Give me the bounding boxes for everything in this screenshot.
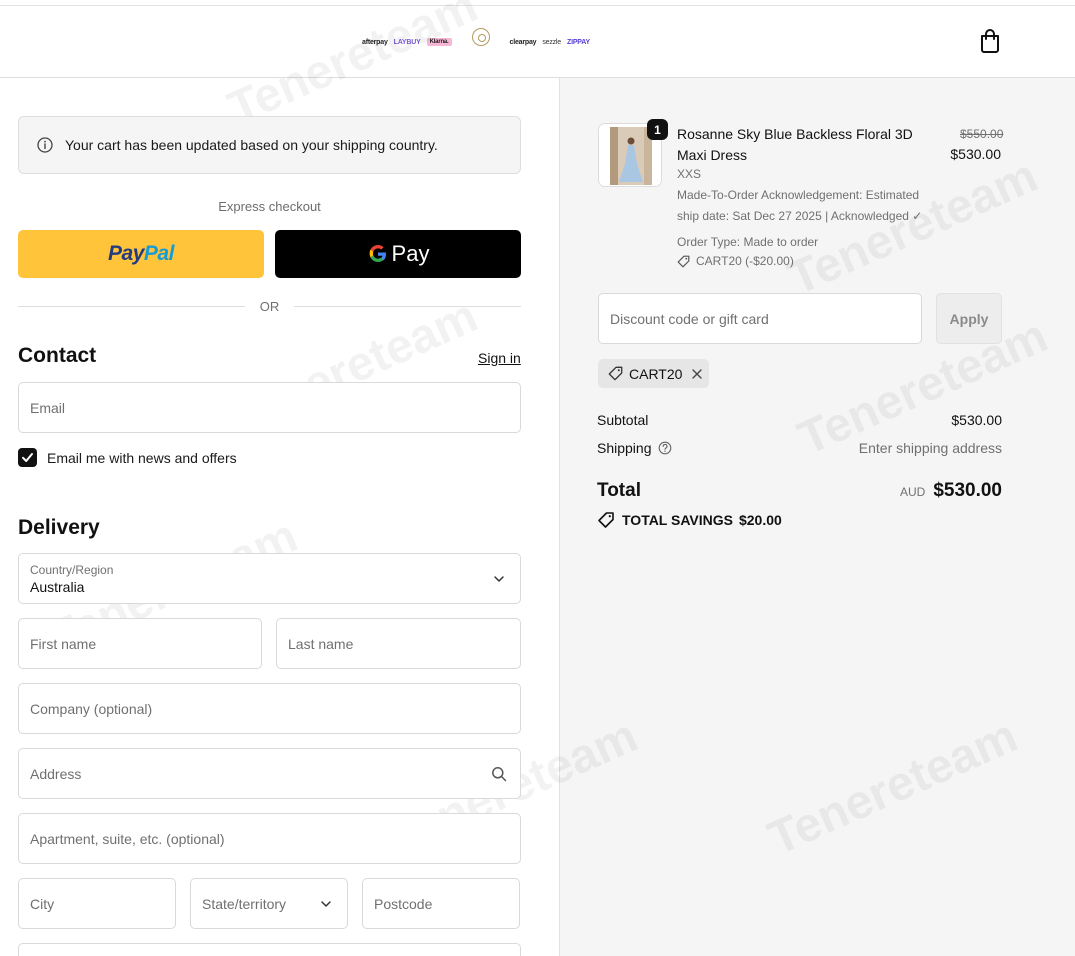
subtotal-value: $530.00 bbox=[951, 412, 1002, 428]
item-discount: CART20 (-$20.00) bbox=[677, 251, 794, 272]
newsletter-option[interactable]: Email me with news and offers bbox=[18, 448, 237, 467]
acknowledgement-line-1: Made-To-Order Acknowledgement: Estimated bbox=[677, 188, 920, 202]
discount-code-input[interactable]: Discount code or gift card bbox=[598, 293, 922, 344]
sezzle-logo: sezzle bbox=[542, 38, 561, 46]
first-name-field[interactable]: First name bbox=[18, 618, 262, 669]
company-field[interactable]: Company (optional) bbox=[18, 683, 521, 734]
tag-icon bbox=[677, 255, 690, 268]
laybuy-logo: LAYBUY bbox=[393, 38, 421, 46]
address-placeholder: Address bbox=[30, 765, 82, 782]
paypal-logo-pal: Pal bbox=[143, 242, 175, 265]
delivery-title: Delivery bbox=[18, 516, 100, 539]
last-name-field[interactable]: Last name bbox=[276, 618, 521, 669]
apply-discount-button[interactable]: Apply bbox=[936, 293, 1002, 344]
item-price: $530.00 bbox=[950, 146, 1001, 162]
total-value: $530.00 bbox=[933, 480, 1002, 501]
notice-text: Your cart has been updated based on your… bbox=[65, 137, 438, 153]
city-field[interactable]: City bbox=[18, 878, 176, 929]
order-type: Order Type: Made to order bbox=[677, 235, 819, 249]
shipping-value: Enter shipping address bbox=[858, 440, 1002, 456]
discount-placeholder: Discount code or gift card bbox=[610, 310, 769, 327]
acknowledgement-line-2: ship date: Sat Dec 27 2025 | Acknowledge… bbox=[677, 209, 923, 223]
total-label: Total bbox=[597, 480, 641, 501]
first-name-placeholder: First name bbox=[30, 635, 97, 652]
subtotal-label: Subtotal bbox=[597, 412, 649, 428]
applied-code-tag: CART20 bbox=[598, 359, 709, 388]
zippay-logo: ZIPPAY bbox=[567, 38, 590, 46]
gpay-label: Pay bbox=[391, 241, 430, 266]
google-g-icon bbox=[369, 245, 386, 262]
afterpay-logo: afterpay bbox=[362, 38, 388, 46]
savings-value: $20.00 bbox=[738, 512, 782, 528]
state-select[interactable]: State/territory bbox=[190, 878, 348, 929]
info-icon bbox=[37, 137, 53, 153]
product-name: Rosanne Sky Blue Backless Floral 3D Maxi… bbox=[677, 126, 913, 163]
total-currency: AUD bbox=[899, 485, 926, 499]
product-size: XXS bbox=[677, 167, 702, 181]
shipping-label: Shipping bbox=[597, 440, 652, 456]
checkout-header: afterpay LAYBUY Klarna. clearpay sezzle … bbox=[0, 6, 1075, 78]
subtotal-row: Subtotal $530.00 bbox=[597, 412, 1002, 428]
brand-logo[interactable] bbox=[470, 28, 492, 56]
company-placeholder: Company (optional) bbox=[30, 700, 153, 717]
chevron-down-icon bbox=[321, 900, 331, 907]
tag-icon bbox=[608, 366, 623, 381]
chevron-down-icon bbox=[494, 576, 504, 582]
address-field[interactable]: Address bbox=[18, 748, 521, 799]
or-label: OR bbox=[259, 298, 280, 314]
city-placeholder: City bbox=[30, 895, 55, 912]
sign-in-link[interactable]: Sign in bbox=[478, 350, 521, 366]
cart-updated-notice: Your cart has been updated based on your… bbox=[18, 116, 521, 174]
contact-title: Contact bbox=[18, 344, 97, 367]
quantity-badge: 1 bbox=[647, 119, 668, 140]
last-name-placeholder: Last name bbox=[288, 635, 354, 652]
divider-line bbox=[294, 305, 521, 307]
country-label: Country/Region bbox=[30, 563, 114, 577]
checkmark-icon bbox=[22, 453, 33, 462]
search-icon[interactable] bbox=[491, 766, 507, 782]
clearpay-logo: clearpay bbox=[509, 38, 537, 46]
apartment-placeholder: Apartment, suite, etc. (optional) bbox=[30, 830, 225, 847]
applied-code-label: CART20 bbox=[629, 365, 683, 382]
total-amount-group: AUD $530.00 bbox=[900, 480, 1002, 502]
total-row: Total AUD $530.00 bbox=[597, 480, 1002, 502]
original-price: $550.00 bbox=[960, 127, 1004, 141]
country-value: Australia bbox=[30, 579, 85, 595]
email-placeholder: Email bbox=[30, 399, 66, 416]
google-pay-button[interactable]: Pay bbox=[275, 230, 521, 278]
total-savings: TOTAL SAVINGS $20.00 bbox=[597, 511, 782, 529]
paypal-button[interactable]: Pay Pal bbox=[18, 230, 264, 278]
shipping-label-group: Shipping bbox=[597, 440, 672, 456]
tag-icon bbox=[598, 512, 614, 528]
or-divider: OR bbox=[18, 298, 521, 314]
newsletter-checkbox[interactable] bbox=[18, 448, 37, 467]
state-placeholder: State/territory bbox=[202, 895, 287, 912]
shopping-bag-icon[interactable] bbox=[978, 28, 1002, 54]
phone-field[interactable] bbox=[18, 943, 521, 956]
paypal-logo-pay: Pay bbox=[108, 242, 144, 265]
newsletter-label: Email me with news and offers bbox=[47, 449, 237, 466]
postcode-placeholder: Postcode bbox=[374, 895, 433, 912]
country-select[interactable]: Country/Region Australia bbox=[18, 553, 521, 604]
divider-line bbox=[18, 305, 245, 307]
apartment-field[interactable]: Apartment, suite, etc. (optional) bbox=[18, 813, 521, 864]
close-icon[interactable] bbox=[691, 368, 703, 380]
klarna-logo: Klarna. bbox=[426, 38, 452, 46]
express-checkout-label: Express checkout bbox=[218, 199, 321, 214]
payment-logos: afterpay LAYBUY Klarna. clearpay sezzle … bbox=[362, 26, 590, 58]
savings-label: TOTAL SAVINGS bbox=[622, 512, 733, 528]
shipping-row: Shipping Enter shipping address bbox=[597, 440, 1002, 456]
brand-logo-mark bbox=[471, 28, 490, 46]
item-discount-text: CART20 (-$20.00) bbox=[696, 254, 794, 268]
postcode-field[interactable]: Postcode bbox=[362, 878, 520, 929]
email-field[interactable]: Email bbox=[18, 382, 521, 433]
help-icon[interactable] bbox=[658, 441, 672, 455]
